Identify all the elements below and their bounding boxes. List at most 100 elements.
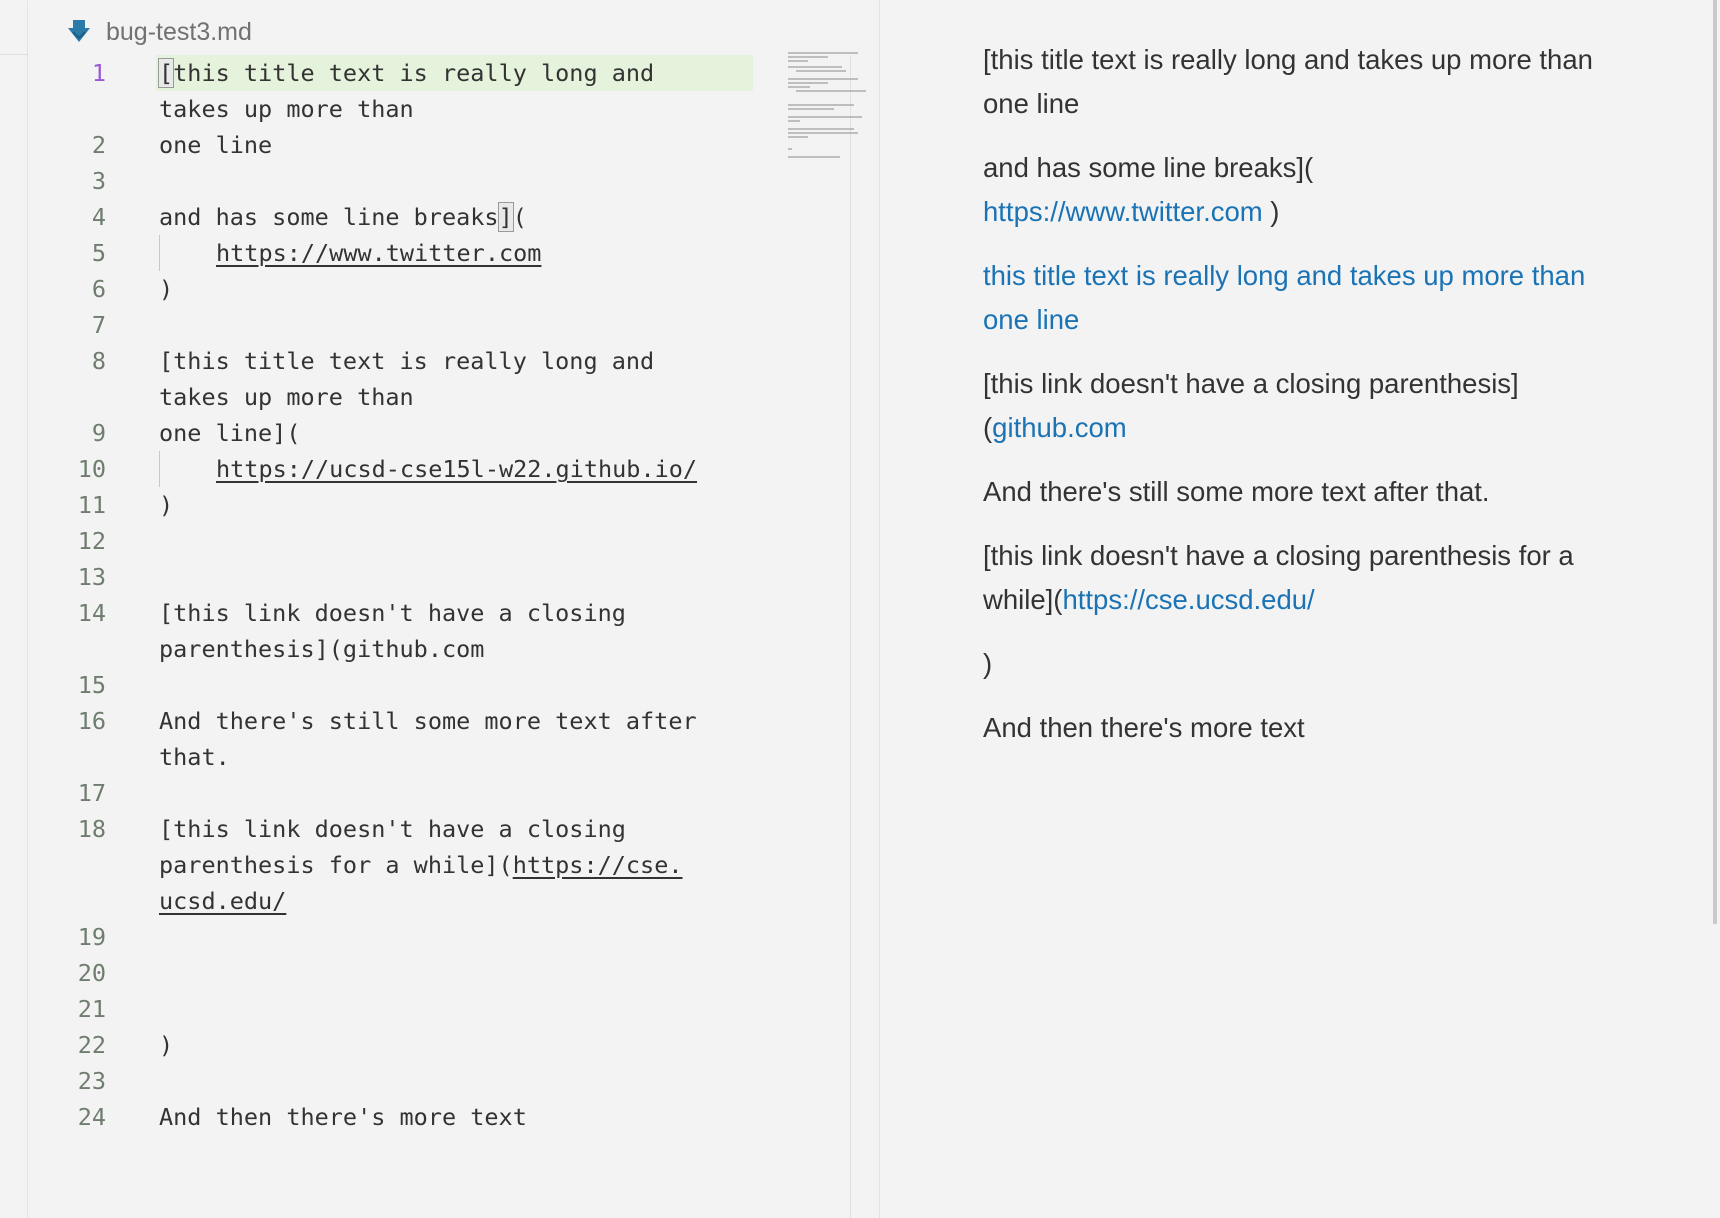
code-line[interactable]: takes up more than [28, 91, 850, 127]
code-line[interactable]: 13 [28, 559, 850, 595]
minimap[interactable] [788, 50, 868, 180]
line-number: 23 [77, 1067, 106, 1095]
line-number [28, 847, 106, 883]
line-number: 16 [77, 707, 106, 735]
code-line[interactable]: 22 ) [28, 1027, 850, 1063]
line-content: takes up more than [159, 95, 414, 123]
preview-link[interactable]: this title text is really long and takes… [983, 260, 1585, 335]
line-number: 21 [77, 995, 106, 1023]
line-content: parenthesis](github.com [159, 635, 485, 663]
line-content: ) [159, 1031, 174, 1059]
code-line[interactable]: 18 [this link doesn't have a closing [28, 811, 850, 847]
code-line[interactable]: 12 [28, 523, 850, 559]
line-number: 12 [77, 527, 106, 555]
line-content [106, 1063, 159, 1099]
preview-link[interactable]: https://www.twitter.com [983, 196, 1263, 227]
line-number [28, 883, 106, 919]
line-content: one line]( [159, 419, 301, 447]
code-line[interactable]: 16 And there's still some more text afte… [28, 703, 850, 739]
code-line[interactable]: 20 [28, 955, 850, 991]
code-line[interactable]: 11 ) [28, 487, 850, 523]
code-line[interactable]: parenthesis](github.com [28, 631, 850, 667]
minimap-line [788, 156, 840, 158]
line-number: 22 [77, 1031, 106, 1059]
minimap-line [788, 78, 858, 80]
code-line[interactable]: 3 [28, 163, 850, 199]
line-number: 8 [91, 347, 106, 375]
bracket-highlight: [ [157, 58, 175, 88]
code-line[interactable]: 8 [this title text is really long and [28, 343, 850, 379]
preview-scrollbar[interactable] [1713, 0, 1717, 924]
code-line[interactable]: 14 [this link doesn't have a closing [28, 595, 850, 631]
code-line[interactable]: 10 https://ucsd-cse15l-w22.github.io/ [28, 451, 850, 487]
line-number: 24 [77, 1103, 106, 1131]
markdown-preview-pane[interactable]: [this title text is really long and take… [880, 0, 1720, 1218]
line-number: 15 [77, 671, 106, 699]
minimap-line [788, 60, 808, 62]
code-line[interactable]: 7 [28, 307, 850, 343]
markdown-arrow-icon [68, 20, 90, 42]
line-number: 11 [77, 491, 106, 519]
minimap-line [788, 86, 810, 88]
code-editor[interactable]: 1 [this title text is really long and ta… [28, 55, 851, 1218]
line-content [106, 919, 159, 955]
code-line[interactable]: 21 [28, 991, 850, 1027]
code-line[interactable]: 17 [28, 775, 850, 811]
line-content: [this link doesn't have a closing [159, 815, 626, 843]
url-text[interactable]: https://ucsd-cse15l-w22.github.io/ [216, 455, 697, 483]
line-number: 14 [77, 599, 106, 627]
url-text[interactable]: ucsd.edu/ [159, 887, 286, 915]
line-number: 17 [77, 779, 106, 807]
line-content [106, 523, 159, 559]
preview-paragraph: and has some line breaks](https://www.tw… [983, 146, 1603, 234]
line-number: 20 [77, 959, 106, 987]
line-number: 3 [91, 167, 106, 195]
code-line[interactable]: parenthesis for a while](https://cse. [28, 847, 850, 883]
code-line[interactable]: 5 https://www.twitter.com [28, 235, 850, 271]
minimap-line [788, 120, 800, 122]
code-line[interactable]: ucsd.edu/ [28, 883, 850, 919]
preview-text: ) [1262, 196, 1280, 227]
line-number [28, 379, 106, 415]
editor-pane[interactable]: bug-test3.md 1 [this title text is reall… [28, 0, 898, 1218]
minimap-line [788, 66, 842, 68]
line-content: that. [159, 743, 230, 771]
code-line[interactable]: 6 ) [28, 271, 850, 307]
code-line[interactable]: takes up more than [28, 379, 850, 415]
preview-paragraph: And then there's more text [983, 712, 1305, 743]
preview-link[interactable]: https://cse.ucsd.edu/ [1062, 584, 1314, 615]
line-content: one line [159, 131, 273, 159]
code-line[interactable]: 9 one line]( [28, 415, 850, 451]
line-content: [this link doesn't have a closing [159, 599, 626, 627]
code-line[interactable]: 23 [28, 1063, 850, 1099]
preview-paragraph: [this link doesn't have a closing parent… [983, 534, 1603, 622]
file-tab[interactable]: bug-test3.md [66, 14, 252, 50]
minimap-line [788, 108, 834, 110]
line-number: 4 [91, 203, 106, 231]
code-line[interactable]: 24 And then there's more text [28, 1099, 850, 1135]
line-number [28, 631, 106, 667]
preview-paragraph: [this title text is really long and take… [983, 44, 1593, 119]
preview-link[interactable]: github.com [992, 412, 1127, 443]
gutter-divider [0, 54, 30, 55]
line-content [106, 955, 159, 991]
preview-paragraph: ) [983, 648, 993, 679]
code-line[interactable]: 19 [28, 919, 850, 955]
line-content: https://www.twitter.com [106, 235, 541, 271]
line-number: 2 [91, 131, 106, 159]
minimap-line [788, 132, 858, 134]
line-text-rest: this title text is really long and [173, 59, 655, 87]
line-content: [this title text is really long and [159, 347, 655, 375]
minimap-line [788, 104, 854, 106]
line-number: 19 [77, 923, 106, 951]
code-line[interactable]: 15 [28, 667, 850, 703]
url-text[interactable]: https://www.twitter.com [216, 239, 541, 267]
bracket-highlight: ] [497, 202, 514, 232]
line-content: and has some line breaks]( [159, 202, 527, 232]
url-text[interactable]: https://cse. [513, 851, 683, 879]
code-line[interactable]: that. [28, 739, 850, 775]
code-line[interactable]: 2 one line [28, 127, 850, 163]
code-line[interactable]: 4 and has some line breaks]( [28, 199, 850, 235]
code-line[interactable]: 1 [this title text is really long and [28, 55, 850, 91]
line-content: And then there's more text [159, 1103, 527, 1131]
